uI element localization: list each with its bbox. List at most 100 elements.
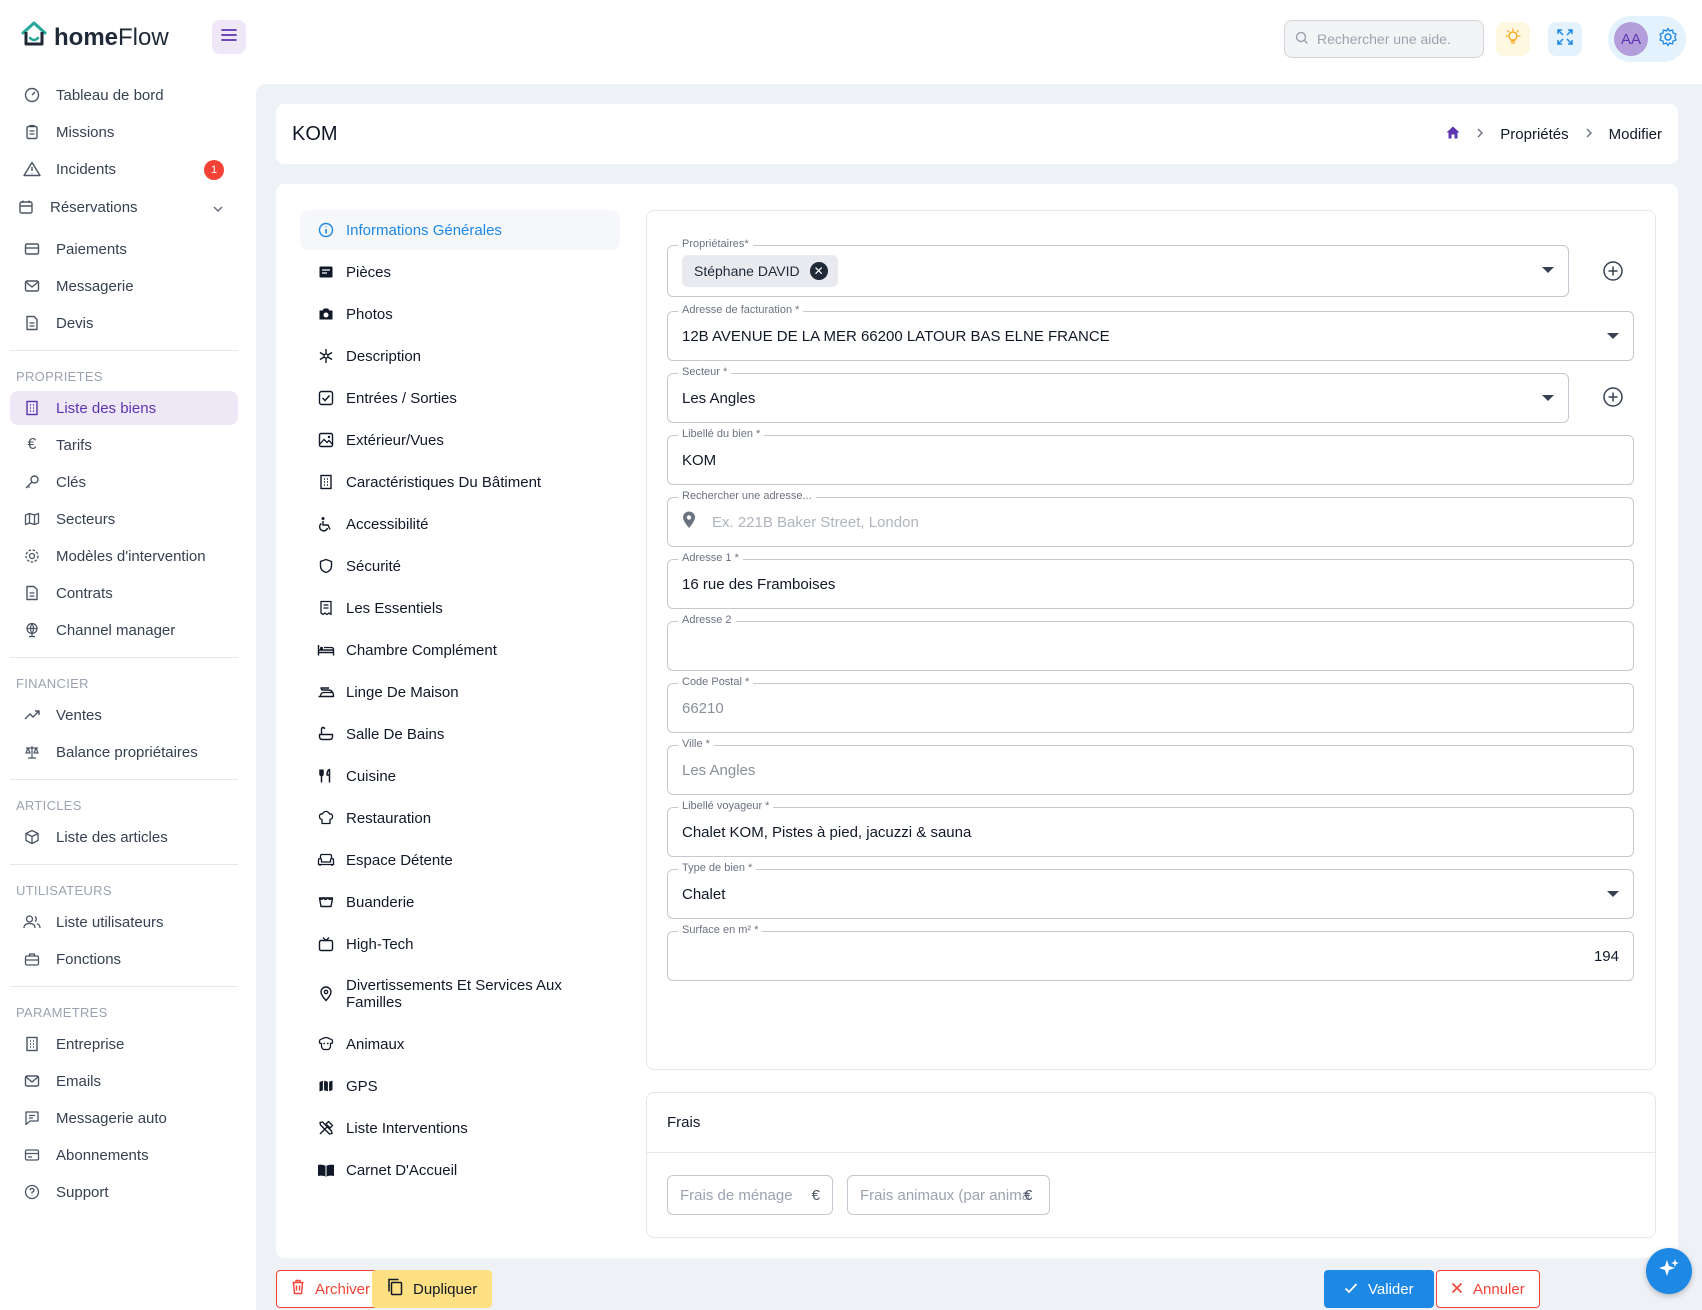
dropdown-arrow-icon[interactable]: [1542, 267, 1554, 273]
proprietaires-select[interactable]: Propriétaires* Stéphane DAVID ✕: [667, 238, 1569, 297]
section-tab-securite[interactable]: Sécurité: [300, 546, 620, 586]
frais-menage-input[interactable]: Frais de ménage €: [667, 1175, 833, 1215]
sidebar-item-entreprise[interactable]: Entreprise: [10, 1027, 238, 1061]
sidebar-item-tarifs[interactable]: € Tarifs: [10, 428, 238, 462]
fullscreen-button[interactable]: [1548, 22, 1582, 56]
section-tab-espace-detente[interactable]: Espace Détente: [300, 840, 620, 880]
secteur-select[interactable]: Secteur * Les Angles: [667, 366, 1569, 423]
section-tab-linge-de-maison[interactable]: Linge De Maison: [300, 672, 620, 712]
duplicate-button[interactable]: Dupliquer: [372, 1270, 493, 1308]
section-tab-entrees-sorties[interactable]: Entrées / Sorties: [300, 378, 620, 418]
sidebar-item-support[interactable]: Support: [10, 1175, 238, 1209]
sidebar-item-label: Réservations: [50, 198, 138, 216]
section-tab-label: Espace Détente: [346, 851, 453, 869]
sidebar-item-messagerie[interactable]: Messagerie: [10, 269, 238, 303]
sidebar-item-modeles-intervention[interactable]: Modèles d'intervention: [10, 539, 238, 573]
section-tab-high-tech[interactable]: High-Tech: [300, 924, 620, 964]
section-tab-accessibilite[interactable]: Accessibilité: [300, 504, 620, 544]
libelle-voyageur-input[interactable]: Libellé voyageur * Chalet KOM, Pistes à …: [667, 800, 1634, 857]
expand-icon: [1556, 28, 1574, 51]
section-tab-description[interactable]: Description: [300, 336, 620, 376]
sidebar-item-paiements[interactable]: Paiements: [10, 232, 238, 266]
sidebar-item-contrats[interactable]: Contrats: [10, 576, 238, 610]
sidebar-item-liste-utilisateurs[interactable]: Liste utilisateurs: [10, 905, 238, 939]
search-icon: [1295, 31, 1309, 48]
dropdown-arrow-icon[interactable]: [1607, 333, 1619, 339]
ville-input[interactable]: Ville * Les Angles: [667, 738, 1634, 795]
section-tab-exterieur-vues[interactable]: Extérieur/Vues: [300, 420, 620, 460]
breadcrumb-proprietes[interactable]: Propriétés: [1500, 126, 1568, 143]
sidebar-item-channel-manager[interactable]: Channel manager: [10, 613, 238, 647]
sidebar-item-balance-proprietaires[interactable]: Balance propriétaires: [10, 735, 238, 769]
sidebar-item-incidents[interactable]: Incidents 1: [10, 152, 238, 186]
sidebar-item-emails[interactable]: Emails: [10, 1064, 238, 1098]
mail-icon: [22, 1071, 42, 1091]
adresse1-input[interactable]: Adresse 1 * 16 rue des Framboises: [667, 552, 1634, 609]
section-tab-pieces[interactable]: Pièces: [300, 252, 620, 292]
sidebar-item-secteurs[interactable]: Secteurs: [10, 502, 238, 536]
section-tab-buanderie[interactable]: Buanderie: [300, 882, 620, 922]
surface-input[interactable]: Surface en m² * 194: [667, 924, 1634, 981]
home-icon[interactable]: [1446, 126, 1460, 143]
section-tab-label: Buanderie: [346, 893, 415, 911]
section-tab-restauration[interactable]: Restauration: [300, 798, 620, 838]
sidebar-item-tableau-de-bord[interactable]: Tableau de bord: [10, 78, 238, 112]
sidebar-item-ventes[interactable]: Ventes: [10, 698, 238, 732]
sidebar-item-cles[interactable]: Clés: [10, 465, 238, 499]
section-tab-caracteristiques-batiment[interactable]: Caractéristiques Du Bâtiment: [300, 462, 620, 502]
section-tab-les-essentiels[interactable]: Les Essentiels: [300, 588, 620, 628]
section-tab-gps[interactable]: GPS: [300, 1066, 620, 1106]
dropdown-arrow-icon[interactable]: [1607, 891, 1619, 897]
section-tab-salle-de-bains[interactable]: Salle De Bains: [300, 714, 620, 754]
sidebar-item-liste-des-articles[interactable]: Liste des articles: [10, 820, 238, 854]
tools-icon: [316, 1118, 336, 1138]
add-owner-button[interactable]: [1601, 259, 1625, 283]
validate-button[interactable]: Valider: [1324, 1270, 1434, 1308]
adresse2-input[interactable]: Adresse 2: [667, 614, 1634, 671]
section-tab-animaux[interactable]: Animaux: [300, 1024, 620, 1064]
frais-animaux-input[interactable]: Frais animaux (par animal) €: [847, 1175, 1050, 1215]
app-logo[interactable]: home Flow: [20, 20, 169, 55]
sidebar-item-devis[interactable]: Devis: [10, 306, 238, 340]
sidebar-item-fonctions[interactable]: Fonctions: [10, 942, 238, 976]
sidebar-item-abonnements[interactable]: Abonnements: [10, 1138, 238, 1172]
section-tab-cuisine[interactable]: Cuisine: [300, 756, 620, 796]
menu-toggle-button[interactable]: [212, 20, 246, 54]
avatar[interactable]: AA: [1614, 22, 1648, 56]
libelle-bien-input[interactable]: Libellé du bien * KOM: [667, 428, 1634, 485]
code-postal-input[interactable]: Code Postal * 66210: [667, 676, 1634, 733]
section-tab-label: Photos: [346, 305, 393, 323]
section-tab-informations-generales[interactable]: Informations Générales: [300, 210, 620, 250]
archive-button[interactable]: Archiver: [276, 1270, 386, 1308]
sidebar-item-messagerie-auto[interactable]: Messagerie auto: [10, 1101, 238, 1135]
dropdown-arrow-icon[interactable]: [1542, 395, 1554, 401]
settings-gear-icon[interactable]: [1658, 27, 1678, 52]
section-tab-liste-interventions[interactable]: Liste Interventions: [300, 1108, 620, 1148]
ai-assistant-button[interactable]: [1646, 1248, 1692, 1294]
content-area: KOM Propriétés Modifier Informations Gén…: [256, 84, 1702, 1310]
sidebar-item-label: Channel manager: [56, 621, 176, 639]
help-search-input[interactable]: Rechercher une aide.: [1284, 20, 1484, 58]
address-search-input[interactable]: Rechercher une adresse... Ex. 221B Baker…: [667, 490, 1634, 547]
sidebar-item-label: Messagerie auto: [56, 1109, 167, 1127]
section-tab-photos[interactable]: Photos: [300, 294, 620, 334]
section-tab-divertissements[interactable]: Divertissements Et Services Aux Familles: [300, 966, 620, 1022]
breadcrumb: Propriétés Modifier: [1446, 126, 1662, 143]
scale-icon: [22, 742, 42, 762]
adresse-facturation-select[interactable]: Adresse de facturation * 12B AVENUE DE L…: [667, 304, 1634, 361]
section-tab-label: Sécurité: [346, 557, 402, 575]
section-tab-chambre-complement[interactable]: Chambre Complément: [300, 630, 620, 670]
cancel-button[interactable]: Annuler: [1436, 1270, 1540, 1308]
theme-toggle-button[interactable]: [1496, 22, 1530, 56]
section-tab-carnet-accueil[interactable]: Carnet D'Accueil: [300, 1150, 620, 1190]
section-tab-label: Informations Générales: [346, 221, 502, 239]
remove-chip-icon[interactable]: ✕: [809, 262, 828, 280]
add-secteur-button[interactable]: [1601, 385, 1625, 409]
sidebar-item-missions[interactable]: Missions: [10, 115, 238, 149]
receipt-icon: [316, 598, 336, 618]
sidebar-item-reservations[interactable]: Réservations: [10, 190, 238, 224]
sidebar-item-liste-des-biens[interactable]: Liste des biens: [10, 391, 238, 425]
profile-menu[interactable]: AA: [1608, 16, 1686, 62]
type-bien-select[interactable]: Type de bien * Chalet: [667, 862, 1634, 919]
field-label: Adresse 2: [678, 614, 736, 626]
